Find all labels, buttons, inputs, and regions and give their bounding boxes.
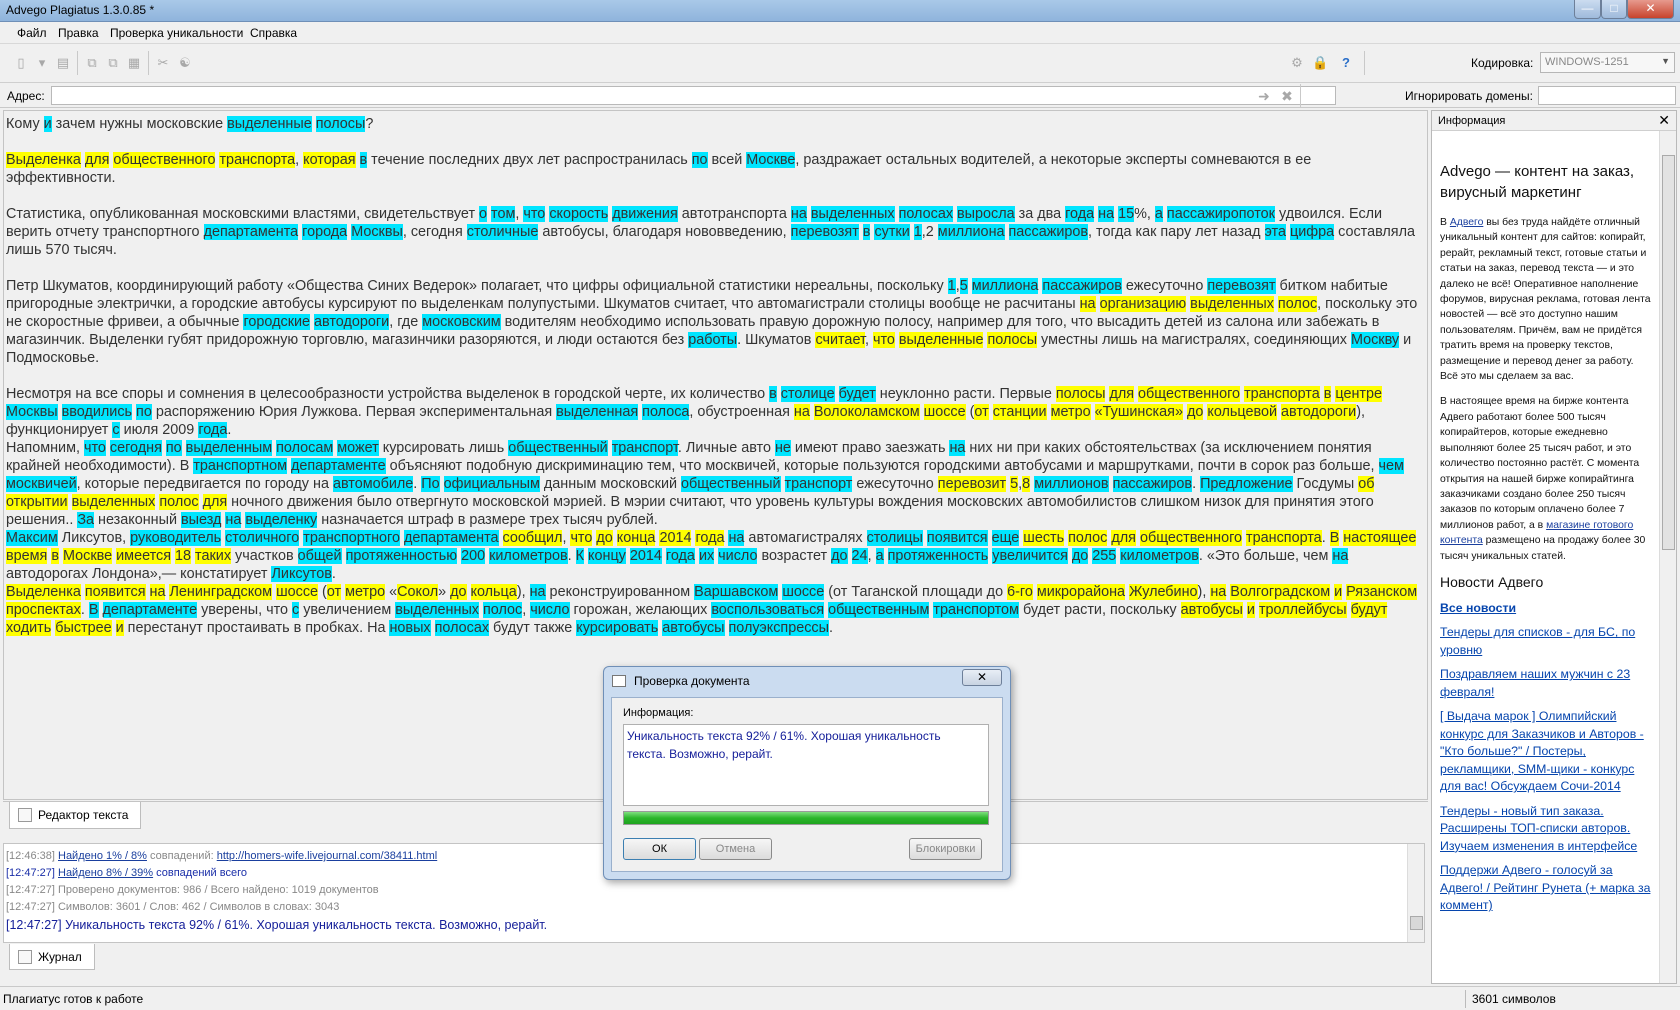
- encoding-label: Кодировка:: [1471, 56, 1534, 70]
- news-link[interactable]: Поддержи Адвего - голосуй за Адвего! / Р…: [1440, 862, 1654, 915]
- compare-icon[interactable]: ☯: [177, 55, 193, 71]
- title-bar: Advego Plagiatus 1.3.0.85 * — □ ✕: [0, 0, 1680, 22]
- info-panel-body: Advego — контент на заказ, вирусный марк…: [1440, 161, 1654, 922]
- chevron-down-icon: ▼: [1661, 56, 1670, 66]
- status-separator: [1465, 990, 1466, 1008]
- editor-paragraph: Максим Ликсутов, руководитель столичного…: [6, 530, 1417, 582]
- editor-paragraph: Статистика, опубликованная московскими в…: [6, 206, 1416, 258]
- news-link[interactable]: Тендеры - новый тип заказа. Расширены ТО…: [1440, 803, 1654, 856]
- log-line: [12:47:27] Символов: 3601 / Слов: 462 / …: [6, 901, 340, 913]
- close-icon[interactable]: ✕: [1658, 112, 1670, 129]
- minimize-button[interactable]: —: [1574, 0, 1601, 19]
- editor-content[interactable]: Кому и зачем нужны московские выделенные…: [6, 115, 1424, 655]
- dialog-info-box: Уникальность текста 92% / 61%. Хорошая у…: [623, 724, 989, 806]
- open-html-icon[interactable]: ▾: [34, 55, 50, 71]
- encoding-select[interactable]: WINDOWS-1251 ▼: [1540, 52, 1675, 73]
- log-total-link[interactable]: Найдено 8% / 39%: [58, 867, 153, 879]
- editor-paragraph: Напомним, что сегодня по выделенным поло…: [6, 440, 1404, 528]
- toolbar: ▯ ▾ ▤ ⧉ ⧉ ▦ ✂ ☯ ⚙ 🔒 ? Кодировка: WINDOWS…: [0, 45, 1680, 83]
- menu-bar: Файл Правка Проверка уникальности Справк…: [0, 22, 1680, 44]
- editor-paragraph: Выделенка появится на Ленинградском шосс…: [6, 584, 1418, 636]
- dialog-close-button[interactable]: ✕: [962, 669, 1002, 686]
- new-document-icon[interactable]: ▯: [13, 55, 29, 71]
- info-paragraph: В Адвего вы без труда найдёте отличный у…: [1440, 217, 1651, 383]
- log-line-result: [12:47:27] Уникальность текста 92% / 61%…: [6, 918, 548, 932]
- tab-journal-label: Журнал: [38, 950, 82, 964]
- cut-icon[interactable]: ⧉: [105, 55, 121, 71]
- toolbar-separator: [77, 51, 78, 75]
- editor-paragraph: Выделенка для общественного транспорта, …: [6, 152, 1312, 186]
- advego-link[interactable]: Адвего: [1450, 217, 1484, 228]
- document-icon: [18, 808, 32, 822]
- news-link[interactable]: Поздравляем наших мужчин с 23 февраля!: [1440, 666, 1654, 701]
- news-all-link[interactable]: Все новости: [1440, 600, 1654, 618]
- char-count: 3601 символов: [1472, 992, 1556, 1006]
- toolbar-separator: [1300, 84, 1301, 108]
- encoding-value: WINDOWS-1251: [1545, 56, 1629, 68]
- block-button[interactable]: Блокировки: [909, 838, 982, 860]
- log-tab-bar: Журнал: [3, 944, 1428, 984]
- info-heading: Advego — контент на заказ, вирусный марк…: [1440, 163, 1635, 201]
- go-arrow-icon[interactable]: ➜: [1256, 88, 1272, 104]
- ignore-domains-label: Игнорировать домены:: [1405, 89, 1533, 103]
- status-text: Плагиатус готов к работе: [3, 992, 144, 1006]
- address-bar: Адрес: ➜ ✖ Игнорировать домены:: [0, 84, 1680, 108]
- maximize-button[interactable]: □: [1601, 0, 1627, 19]
- scrollbar-thumb[interactable]: [1410, 916, 1423, 930]
- ignore-domains-input[interactable]: [1538, 86, 1676, 105]
- status-bar: Плагиатус готов к работе 3601 символов: [0, 986, 1680, 1010]
- dialog-title: Проверка документа: [634, 674, 750, 688]
- info-panel-scrollbar[interactable]: [1659, 131, 1676, 983]
- scrollbar-thumb[interactable]: [1662, 155, 1675, 550]
- tab-journal[interactable]: Журнал: [9, 944, 95, 970]
- save-icon[interactable]: ▤: [55, 55, 71, 71]
- log-line: [12:47:27] Найдено 8% / 39% совпадений в…: [6, 867, 247, 879]
- menu-file[interactable]: Файл: [17, 26, 47, 40]
- window-icon: [612, 675, 626, 687]
- log-scrollbar[interactable]: [1407, 844, 1424, 942]
- news-heading: Новости Адвего: [1440, 573, 1544, 590]
- menu-help[interactable]: Справка: [250, 26, 297, 40]
- tab-text-editor[interactable]: Редактор текста: [9, 802, 142, 829]
- menu-uniqueness-check[interactable]: Проверка уникальности: [110, 26, 243, 40]
- copy-icon[interactable]: ⧉: [84, 55, 100, 71]
- editor-paragraph: Кому и зачем нужны московские выделенные…: [6, 116, 374, 132]
- paste-icon[interactable]: ▦: [126, 55, 142, 71]
- toolbar-separator: [148, 51, 149, 75]
- log-match-link[interactable]: Найдено 1% / 8%: [58, 850, 147, 862]
- cancel-button[interactable]: Отмена: [699, 838, 772, 860]
- tab-text-editor-label: Редактор текста: [38, 808, 129, 822]
- check-document-dialog: Проверка документа ✕ Информация: Уникаль…: [603, 666, 1011, 880]
- log-url-link[interactable]: http://homers-wife.livejournal.com/38411…: [217, 850, 438, 862]
- clean-icon[interactable]: ✂: [155, 55, 171, 71]
- menu-edit[interactable]: Правка: [58, 26, 99, 40]
- lock-icon[interactable]: 🔒: [1312, 55, 1328, 71]
- journal-icon: [18, 950, 32, 964]
- close-button[interactable]: ✕: [1627, 0, 1674, 19]
- info-paragraph: В настоящее время на бирже контента Адве…: [1440, 396, 1646, 562]
- progress-bar: [623, 811, 989, 825]
- editor-paragraph: Несмотря на все споры и сомнения в целес…: [6, 386, 1383, 438]
- help-icon[interactable]: ?: [1338, 55, 1354, 71]
- info-panel-title: Информация: [1438, 115, 1506, 127]
- dialog-info-text: Уникальность текста 92% / 61%. Хорошая у…: [627, 729, 941, 761]
- clear-icon[interactable]: ✖: [1279, 88, 1295, 104]
- address-label: Адрес:: [7, 89, 45, 103]
- editor-paragraph: Петр Шкуматов, координирующий работу «Об…: [6, 278, 1418, 366]
- address-input[interactable]: [51, 86, 1336, 105]
- window-title: Advego Plagiatus 1.3.0.85 *: [6, 3, 155, 17]
- info-panel-header: Информация ✕: [1432, 111, 1676, 131]
- toolbar-separator: [1364, 51, 1365, 75]
- info-panel: Информация ✕ Advego — контент на заказ, …: [1431, 110, 1677, 984]
- log-line: [12:47:27] Проверено документов: 986 / В…: [6, 884, 379, 896]
- dialog-info-label: Информация:: [623, 707, 694, 719]
- settings-icon[interactable]: ⚙: [1289, 55, 1305, 71]
- log-line: [12:46:38] Найдено 1% / 8% совпадений: h…: [6, 850, 438, 862]
- news-link[interactable]: Тендеры для списков - для БС, по уровню: [1440, 624, 1654, 659]
- news-link[interactable]: [ Выдача марок ] Олимпийский конкурс для…: [1440, 708, 1654, 796]
- ok-button[interactable]: ОК: [623, 838, 696, 860]
